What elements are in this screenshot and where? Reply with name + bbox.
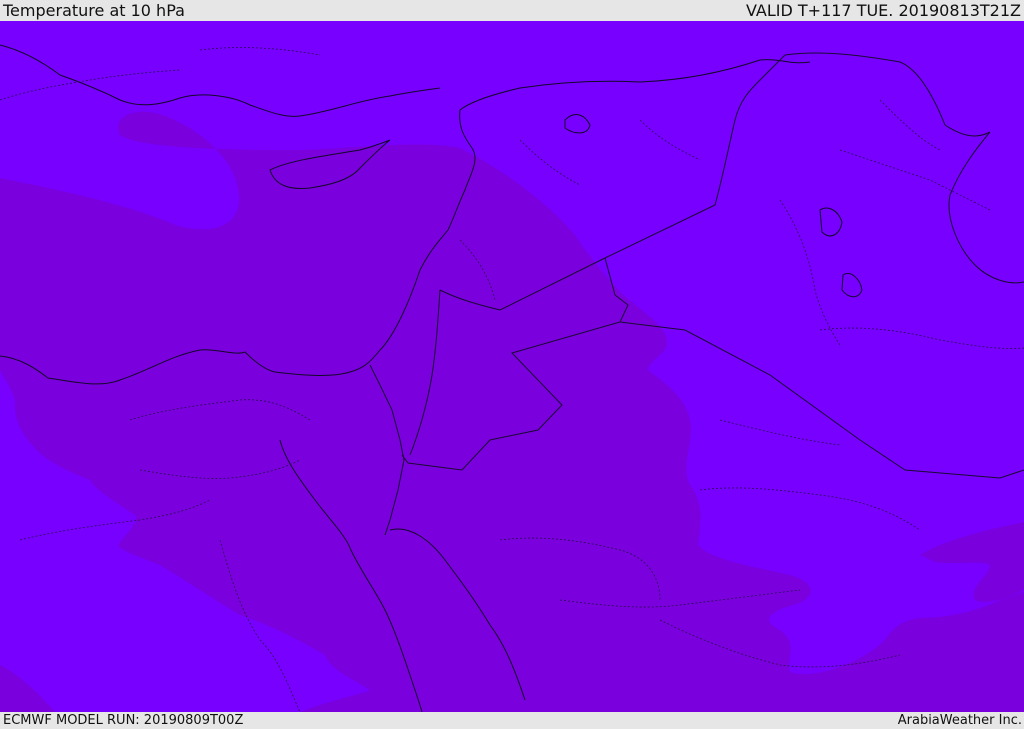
map-title: Temperature at 10 hPa (3, 1, 185, 20)
brand-credit: ArabiaWeather Inc. (897, 713, 1022, 728)
weather-map[interactable] (0, 21, 1024, 712)
footer-bar: ECMWF MODEL RUN: 20190809T00Z ArabiaWeat… (0, 712, 1024, 729)
map-canvas (0, 21, 1024, 712)
header-bar: Temperature at 10 hPa VALID T+117 TUE. 2… (0, 0, 1024, 21)
valid-time: VALID T+117 TUE. 20190813T21Z (745, 1, 1021, 20)
model-run: ECMWF MODEL RUN: 20190809T00Z (3, 713, 244, 728)
